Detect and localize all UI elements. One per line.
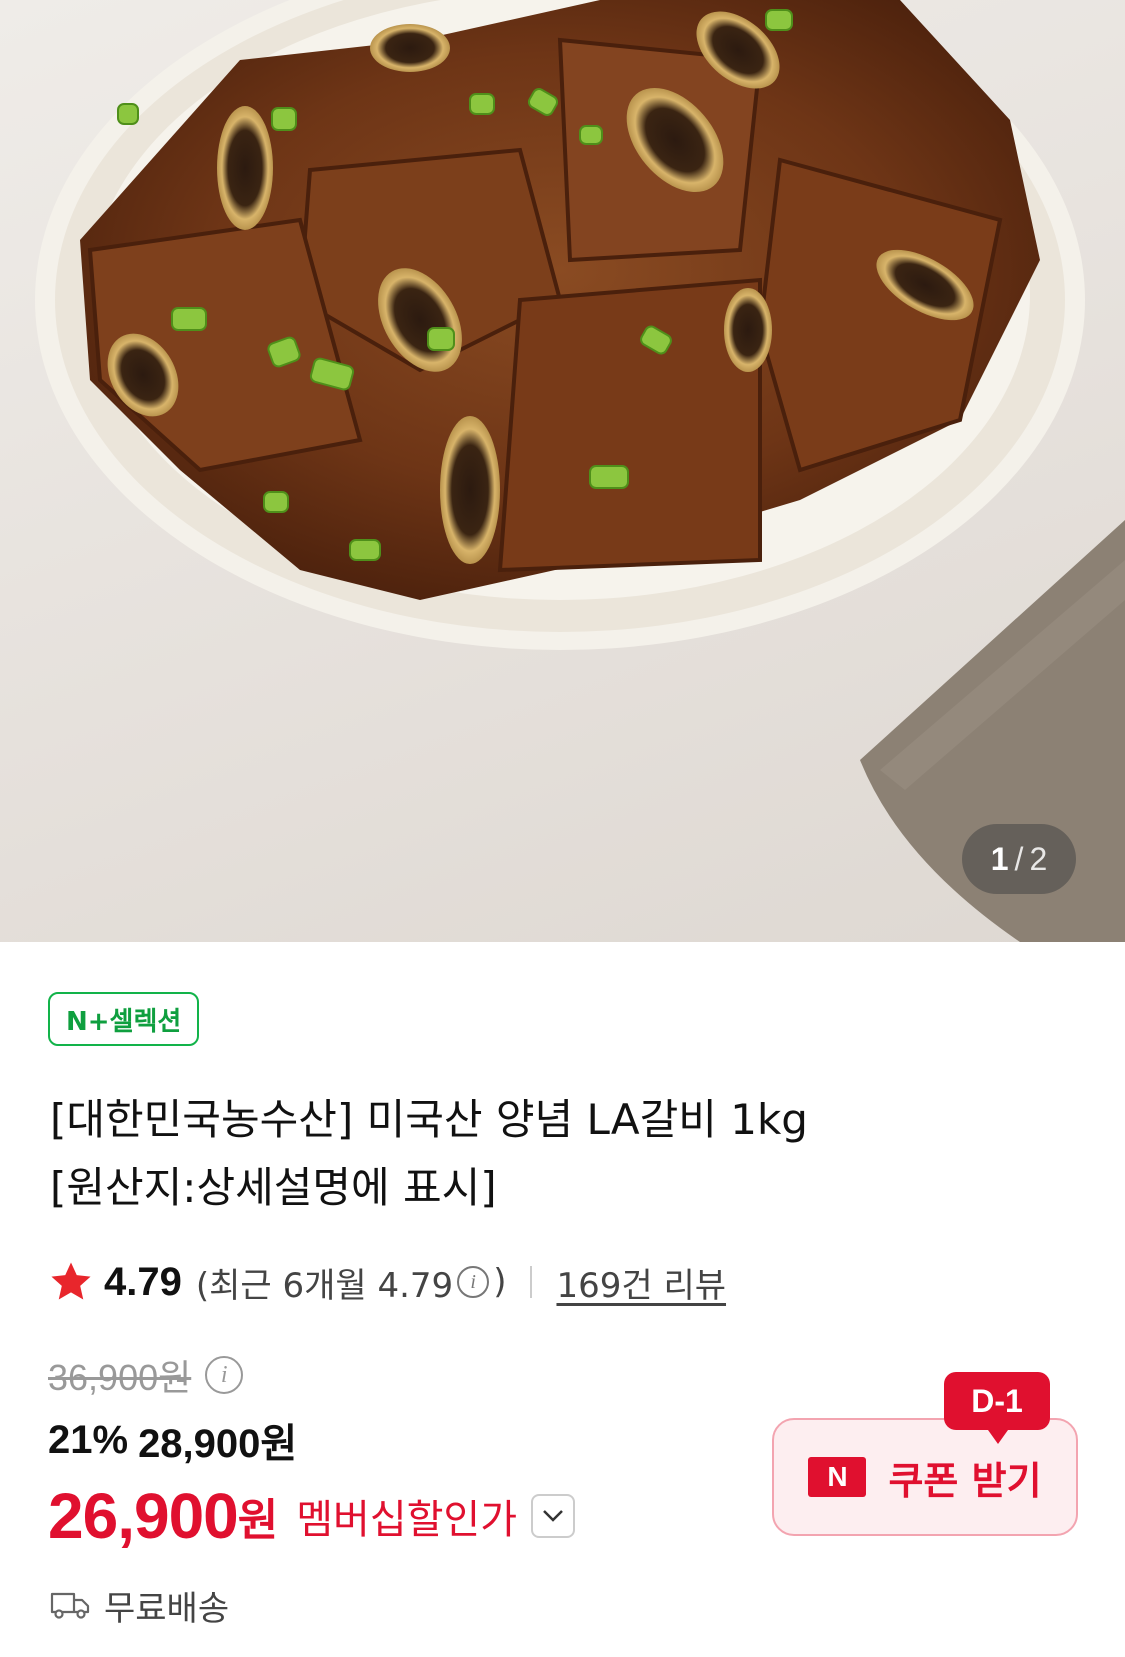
discount-percent: 21% xyxy=(48,1417,129,1462)
original-price: 36,900원 xyxy=(48,1357,192,1398)
dday-badge: D-1 xyxy=(944,1372,1050,1444)
member-price-row: 26,900 원 멤버십할인가 xyxy=(48,1474,576,1558)
member-price-unit: 원 xyxy=(237,1495,279,1546)
info-icon[interactable]: i xyxy=(457,1266,490,1298)
truck-icon xyxy=(50,1592,90,1619)
ribs-photo xyxy=(35,0,1125,942)
image-counter-separator: / xyxy=(1014,840,1024,877)
member-price: 26,900 xyxy=(48,1480,239,1552)
chevron-down-icon[interactable] xyxy=(531,1494,576,1538)
naver-n-icon: N xyxy=(808,1457,867,1497)
product-title: [대한민국농수산] 미국산 양념 LA갈비 1kg [원산지:상세설명에 표시] xyxy=(50,1086,1050,1222)
divider xyxy=(530,1266,533,1298)
member-price-label: 멤버십할인가 xyxy=(296,1497,518,1543)
image-counter-total: 2 xyxy=(1029,840,1048,877)
coupon-label: 쿠폰 받기 xyxy=(888,1458,1042,1503)
shipping-row: 무료배송 xyxy=(50,1580,229,1630)
recent-rating-close: ) xyxy=(493,1262,507,1302)
price-info-icon[interactable]: i xyxy=(205,1356,244,1394)
sale-price-row: 21% 28,900원 xyxy=(48,1412,297,1468)
product-image[interactable]: 1 / 2 xyxy=(0,0,1125,942)
original-price-row: 36,900원 i xyxy=(48,1350,247,1400)
product-title-line1: [대한민국농수산] 미국산 양념 LA갈비 1kg xyxy=(50,1095,808,1144)
coupon-button[interactable]: N 쿠폰 받기 xyxy=(772,1418,1078,1536)
image-counter-current: 1 xyxy=(990,840,1009,877)
shipping-text: 무료배송 xyxy=(104,1588,230,1629)
recent-rating-text: (최근 6개월 4.79 xyxy=(195,1265,454,1306)
review-count-link[interactable]: 169건 리뷰 xyxy=(556,1258,726,1307)
rating-row: 4.79 (최근 6개월 4.79 i ) 169건 리뷰 xyxy=(48,1256,726,1308)
product-title-line2: [원산지:상세설명에 표시] xyxy=(50,1163,497,1212)
rating-score: 4.79 xyxy=(104,1259,182,1304)
sale-price: 28,900원 xyxy=(138,1422,298,1466)
image-counter: 1 / 2 xyxy=(962,824,1076,894)
nplus-selection-badge: N+셀렉션 xyxy=(48,992,200,1046)
star-icon xyxy=(51,1262,91,1300)
